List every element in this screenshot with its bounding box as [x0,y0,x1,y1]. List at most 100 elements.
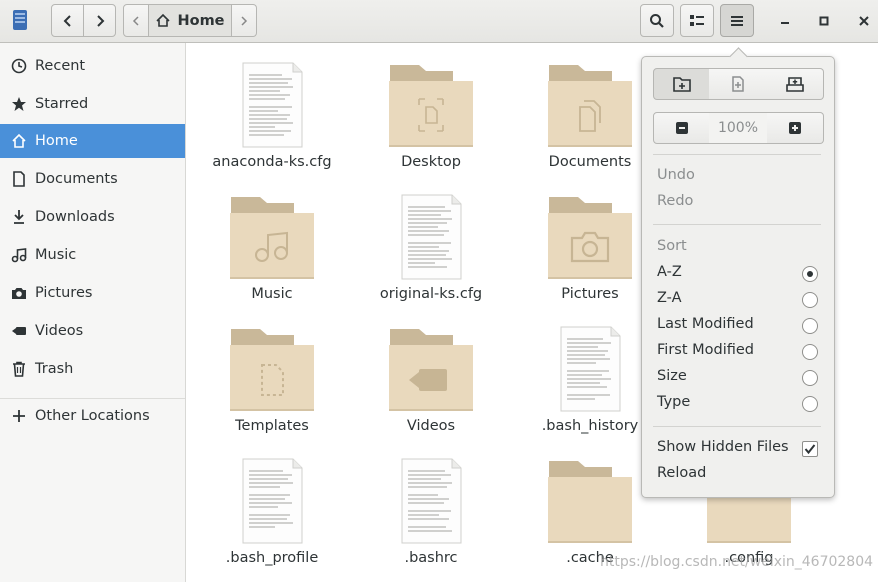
text-file-icon [560,326,621,412]
sort-header: Sort [657,238,687,254]
view-toggle-button[interactable] [680,4,714,37]
maximize-button[interactable] [813,10,835,32]
file-item[interactable]: Desktop [351,43,511,175]
minimize-icon [781,22,789,24]
sidebar-item-downloads[interactable]: Downloads [0,200,185,234]
view-options-popover: 100% Undo Redo Sort A-Z Z-A Last Modifie… [641,56,835,498]
sort-z-a-radio[interactable] [802,292,818,308]
plus-icon [13,410,25,422]
new-document-icon [732,76,744,92]
folder-documents-icon [548,65,632,147]
redo-item[interactable]: Redo [657,193,693,209]
folder-desktop-icon [389,65,473,147]
path-right-icon [241,15,248,26]
sidebar-item-label: Music [35,247,77,263]
sort-last-modified-radio[interactable] [802,318,818,334]
file-item[interactable]: anaconda-ks.cfg [192,43,352,175]
path-scroll-right[interactable] [232,4,257,37]
new-folder-icon [672,77,691,92]
path-home-button[interactable]: Home [149,4,232,37]
sidebar-item-videos[interactable]: Videos [0,314,185,348]
back-arrow-icon [63,14,71,27]
path-bar: Home [123,4,257,37]
file-name: Templates [235,418,309,434]
file-item[interactable]: original-ks.cfg [351,175,511,307]
sidebar-item-documents[interactable]: Documents [0,162,185,196]
sort-z-a-item[interactable]: Z-A [657,290,682,306]
view-list-icon [690,14,704,26]
download-icon [14,210,24,224]
sort-size-item[interactable]: Size [657,368,687,384]
forward-button[interactable] [83,4,116,37]
file-name: Music [251,286,293,302]
sidebar-item-label: Pictures [35,285,93,301]
folder-videos-icon [389,329,473,411]
sidebar-item-other-locations[interactable]: Other Locations [0,399,185,433]
menu-icon [731,15,743,26]
undo-item[interactable]: Undo [657,167,695,183]
star-icon [12,97,26,111]
files-app-icon [13,10,27,30]
zoom-level: 100% [717,120,759,136]
sort-first-modified-item[interactable]: First Modified [657,342,754,358]
folder-pictures-icon [548,197,632,279]
sort-first-modified-radio[interactable] [802,344,818,360]
sidebar-item-music[interactable]: Music [0,238,185,272]
close-button[interactable] [853,10,875,32]
minimize-button[interactable] [774,10,796,32]
sidebar-item-trash[interactable]: Trash [0,352,185,386]
file-name: original-ks.cfg [379,286,483,302]
file-item[interactable]: Videos [351,307,511,439]
reload-item[interactable]: Reload [657,465,706,481]
new-document-button[interactable] [709,68,768,100]
show-hidden-files-item[interactable]: Show Hidden Files [657,439,789,455]
home-icon [156,13,171,27]
checkmark-icon [804,444,816,455]
sidebar-item-label: Trash [35,361,74,377]
sort-size-radio[interactable] [802,370,818,386]
maximize-icon [819,16,829,26]
back-button[interactable] [51,4,84,37]
sort-type-item[interactable]: Type [657,394,690,410]
file-item[interactable]: Music [192,175,352,307]
file-item[interactable]: Templates [192,307,352,439]
menu-button[interactable] [720,4,754,37]
sidebar-item-label: Videos [35,323,84,339]
path-left-icon [132,15,139,26]
text-file-icon [242,458,303,544]
file-name: Videos [406,418,456,434]
sidebar-item-starred[interactable]: Starred [0,87,185,121]
zoom-level-button[interactable]: 100% [709,112,768,144]
zoom-in-icon [789,122,801,134]
sidebar-item-label: Downloads [35,209,115,225]
show-hidden-files-checkbox[interactable] [802,441,818,457]
menu-separator [653,224,821,225]
zoom-in-button[interactable] [767,112,824,144]
zoom-out-button[interactable] [653,112,710,144]
sidebar-item-recent[interactable]: Recent [0,49,185,83]
sidebar-item-home[interactable]: Home [0,124,185,158]
sort-a-z-item[interactable]: A-Z [657,264,682,280]
sidebar-item-pictures[interactable]: Pictures [0,276,185,310]
video-icon [12,327,26,335]
sidebar-item-label: Documents [35,171,118,187]
forward-arrow-icon [96,14,104,27]
sort-a-z-radio[interactable] [802,266,818,282]
bookmark-location-button[interactable] [767,68,824,100]
document-icon [13,171,25,187]
new-folder-button[interactable] [653,68,710,100]
search-button[interactable] [640,4,674,37]
file-name: Desktop [401,154,461,170]
sidebar-item-label: Recent [35,58,86,74]
sort-last-modified-item[interactable]: Last Modified [657,316,754,332]
file-item[interactable]: .bash_profile [192,439,352,571]
camera-icon [12,288,26,299]
trash-icon [13,361,25,377]
header-bar: Home [0,0,878,43]
path-scroll-left[interactable] [123,4,149,37]
sort-type-radio[interactable] [802,396,818,412]
folder-icon [548,461,632,543]
file-name: anaconda-ks.cfg [212,154,332,170]
clock-icon [11,58,27,74]
file-item[interactable]: .bashrc [351,439,511,571]
